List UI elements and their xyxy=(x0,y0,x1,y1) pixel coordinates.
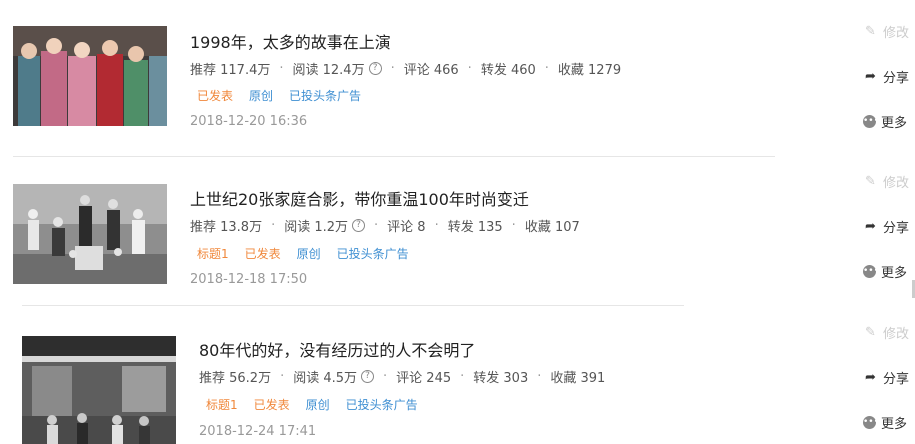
row-divider xyxy=(22,305,684,306)
tag-published: 已发表 xyxy=(193,86,238,105)
article-title[interactable]: 80年代的好，没有经历过的人不会明了 xyxy=(199,337,475,361)
share-button[interactable]: ➦ 分享 xyxy=(863,217,909,236)
forward-count: 转发 460 xyxy=(480,63,536,78)
share-arrow-icon: ➦ xyxy=(865,370,876,385)
favorite-count: 收藏 391 xyxy=(550,371,606,386)
more-button[interactable]: ••• 更多 xyxy=(863,413,907,432)
more-dots-icon: ••• xyxy=(863,265,879,278)
publish-date: 2018-12-20 16:36 xyxy=(190,114,308,129)
recommend-count: 推荐 13.8万 xyxy=(190,220,263,235)
pencil-icon: ✎ xyxy=(865,24,876,39)
row-divider xyxy=(13,156,775,157)
recommend-count: 推荐 117.4万 xyxy=(190,63,271,78)
tag-title-variant: 标题1 xyxy=(193,244,233,263)
comment-count: 评论 466 xyxy=(403,63,459,78)
favorite-count: 收藏 107 xyxy=(524,220,580,235)
share-arrow-icon: ➦ xyxy=(865,69,876,84)
more-button[interactable]: ••• 更多 xyxy=(863,112,907,131)
more-dots-icon: ••• xyxy=(863,115,879,128)
article-tags: 已发表 原创 已投头条广告 xyxy=(193,86,366,105)
favorite-count: 收藏 1279 xyxy=(557,63,622,78)
question-circle-icon[interactable]: ? xyxy=(352,219,366,232)
tag-ad-placed: 已投头条广告 xyxy=(341,395,422,414)
pencil-icon: ✎ xyxy=(865,174,876,189)
tag-published: 已发表 xyxy=(240,244,285,263)
question-circle-icon[interactable]: ? xyxy=(361,370,375,383)
question-circle-icon[interactable]: ? xyxy=(368,62,382,75)
read-count: 阅读 12.4万? xyxy=(293,59,382,78)
publish-date: 2018-12-24 17:41 xyxy=(199,424,317,439)
tag-title-variant: 标题1 xyxy=(202,395,242,414)
separator-dot: · xyxy=(460,369,465,384)
edit-button[interactable]: ✎ 修改 xyxy=(863,323,909,342)
separator-dot: · xyxy=(390,61,395,76)
forward-count: 转发 135 xyxy=(447,220,503,235)
publish-date: 2018-12-18 17:50 xyxy=(190,272,308,287)
article-thumbnail[interactable] xyxy=(22,336,176,444)
separator-dot: · xyxy=(434,218,439,233)
separator-dot: · xyxy=(280,369,285,384)
tag-original: 原创 xyxy=(245,86,278,105)
separator-dot: · xyxy=(271,218,276,233)
article-title[interactable]: 上世纪20张家庭合影，带你重温100年时尚变迁 xyxy=(190,186,529,210)
separator-dot: · xyxy=(279,61,284,76)
more-button[interactable]: ••• 更多 xyxy=(863,262,907,281)
separator-dot: · xyxy=(374,218,379,233)
tag-original: 原创 xyxy=(292,244,325,263)
separator-dot: · xyxy=(467,61,472,76)
read-count: 阅读 4.5万? xyxy=(293,367,375,386)
read-count: 阅读 1.2万? xyxy=(284,216,366,235)
article-thumbnail[interactable] xyxy=(13,184,167,284)
article-stats: 推荐 13.8万 · 阅读 1.2万? · 评论 8 · 转发 135 · 收藏… xyxy=(190,216,580,235)
article-stats: 推荐 117.4万 · 阅读 12.4万? · 评论 466 · 转发 460 … xyxy=(190,59,621,78)
comment-count: 评论 245 xyxy=(396,371,452,386)
tag-ad-placed: 已投头条广告 xyxy=(285,86,366,105)
recommend-count: 推荐 56.2万 xyxy=(199,371,272,386)
article-thumbnail[interactable] xyxy=(13,26,167,126)
share-button[interactable]: ➦ 分享 xyxy=(863,368,909,387)
edit-button[interactable]: ✎ 修改 xyxy=(863,172,909,191)
tag-ad-placed: 已投头条广告 xyxy=(332,244,413,263)
article-tags: 标题1 已发表 原创 已投头条广告 xyxy=(202,395,422,414)
separator-dot: · xyxy=(383,369,388,384)
article-title[interactable]: 1998年，太多的故事在上演 xyxy=(190,29,391,53)
article-stats: 推荐 56.2万 · 阅读 4.5万? · 评论 245 · 转发 303 · … xyxy=(199,367,605,386)
tag-published: 已发表 xyxy=(249,395,294,414)
tag-original: 原创 xyxy=(301,395,334,414)
more-dots-icon: ••• xyxy=(863,416,879,429)
separator-dot: · xyxy=(537,369,542,384)
article-tags: 标题1 已发表 原创 已投头条广告 xyxy=(193,244,413,263)
forward-count: 转发 303 xyxy=(473,371,529,386)
separator-dot: · xyxy=(544,61,549,76)
comment-count: 评论 8 xyxy=(387,220,426,235)
share-arrow-icon: ➦ xyxy=(865,219,876,234)
separator-dot: · xyxy=(511,218,516,233)
pencil-icon: ✎ xyxy=(865,325,876,340)
edit-button[interactable]: ✎ 修改 xyxy=(863,22,909,41)
share-button[interactable]: ➦ 分享 xyxy=(863,67,909,86)
